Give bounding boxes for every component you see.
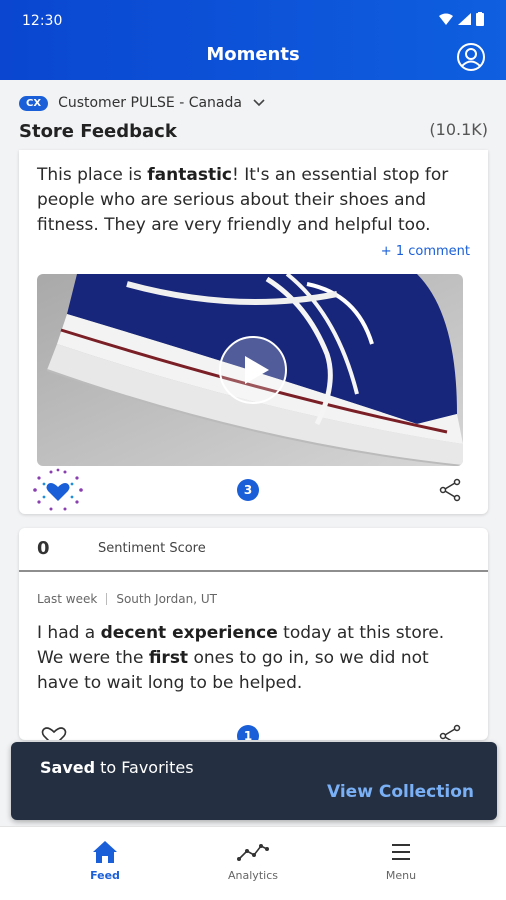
status-time: 12:30 (22, 13, 63, 29)
feedback-card: 0 Sentiment Score Last week South Jordan… (19, 528, 488, 740)
wifi-icon (439, 13, 453, 25)
profile-icon[interactable] (456, 42, 486, 72)
reaction-count-badge[interactable]: 3 (237, 479, 259, 501)
heart-icon[interactable] (41, 726, 67, 740)
share-icon[interactable] (438, 724, 462, 740)
share-icon[interactable] (438, 478, 462, 502)
sentiment-score-value: 0 (37, 538, 50, 559)
page-title: Moments (206, 44, 300, 65)
reaction-count-badge[interactable]: 1 (237, 725, 259, 740)
section-title: Store Feedback (19, 121, 177, 142)
signal-icon (458, 13, 471, 25)
snackbar: Saved to Favorites View Collection (11, 742, 497, 820)
status-icons (439, 12, 484, 26)
source-name: Customer PULSE - Canada (58, 95, 242, 111)
home-icon (93, 841, 117, 863)
snackbar-message: Saved to Favorites (40, 758, 194, 777)
play-icon[interactable] (218, 335, 288, 405)
cx-badge: CX (19, 95, 49, 111)
app-bar: 12:30 Moments (0, 0, 506, 80)
post-text: I had a decent experience today at this … (37, 623, 445, 693)
favorite-heart-icon[interactable] (29, 468, 87, 512)
video-thumbnail[interactable] (37, 274, 463, 466)
nav-item-feed[interactable]: Feed (55, 839, 155, 882)
chevron-down-icon (253, 99, 265, 107)
battery-icon (476, 12, 484, 26)
post-text: This place is fantastic! It's an essenti… (37, 165, 449, 235)
comment-link[interactable]: + 1 comment (381, 244, 470, 259)
nav-item-menu[interactable]: Menu (351, 839, 451, 882)
analytics-icon (237, 844, 269, 861)
view-collection-button[interactable]: View Collection (327, 782, 474, 802)
post-time: Last week (37, 592, 98, 606)
sentiment-score-row: 0 Sentiment Score (19, 528, 488, 572)
section-count: (10.1K) (429, 120, 488, 139)
post-actions: 1 (19, 714, 488, 740)
post-actions: 3 (19, 468, 488, 512)
menu-icon (392, 844, 410, 860)
bottom-nav: Feed Analytics Menu (0, 826, 506, 900)
source-selector[interactable]: CX Customer PULSE - Canada (19, 92, 266, 114)
sentiment-score-label: Sentiment Score (98, 541, 206, 556)
feedback-card: This place is fantastic! It's an essenti… (19, 150, 488, 514)
post-meta: Last week South Jordan, UT (37, 592, 217, 606)
post-location: South Jordan, UT (116, 592, 217, 606)
nav-item-analytics[interactable]: Analytics (203, 839, 303, 882)
meta-divider (106, 593, 108, 605)
